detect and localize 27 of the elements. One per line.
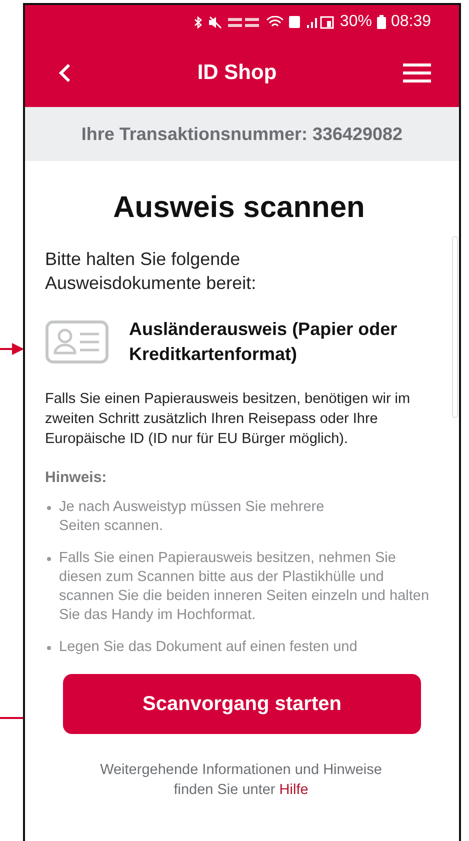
bluetooth-icon bbox=[194, 16, 203, 28]
menu-icon[interactable] bbox=[402, 63, 431, 83]
battery-icon bbox=[376, 15, 386, 29]
id-card-icon bbox=[45, 320, 109, 364]
note-item: Je nach Ausweistyp müssen Sie mehrere Seiten scannen. bbox=[59, 498, 326, 536]
footer-text: Weitergehende Informationen und Hinweise finden Sie unter Hilfe bbox=[99, 761, 383, 800]
mute-icon bbox=[208, 16, 222, 28]
app-title: ID Shop bbox=[197, 61, 277, 85]
note-item: Legen Sie das Dokument auf einen festen und bbox=[59, 638, 358, 657]
start-scan-button[interactable]: Scanvorgang starten bbox=[63, 674, 421, 734]
annotation-arrow bbox=[0, 342, 24, 356]
note-heading: Hinweis: bbox=[45, 469, 108, 486]
bullet-icon bbox=[47, 557, 51, 561]
clock-time: 08:39 bbox=[390, 13, 431, 31]
bullet-icon bbox=[47, 506, 51, 510]
document-type: Ausländerausweis (Papier oder Kreditkartenformat) bbox=[129, 318, 398, 366]
transaction-number: Ihre Transaktionsnummer: 336429082 bbox=[81, 124, 403, 144]
help-link[interactable]: Hilfe bbox=[279, 782, 308, 798]
intro-text: Bitte halten Sie folgende Ausweisdokumente bereit: bbox=[45, 248, 258, 295]
wifi-icon bbox=[266, 16, 284, 28]
info-text: Falls Sie einen Papierausweis besitzen, benötigen wir im zweiten Schritt zusätzlich Ihren Reisepass oder Ihre Europäische ID (ID nur für EU Bürger möglich). bbox=[45, 390, 412, 449]
battery-percent: 30% bbox=[340, 13, 372, 31]
note-item: Falls Sie einen Papierausweis besitzen, nehmen Sie diesen zum Scannen bitte aus der Plastikhülle und scannen Sie die beiden inneren Seiten einzeln und halten Sie das Handy im Hochformat. bbox=[59, 549, 430, 625]
page-title: Ausweis scannen bbox=[112, 191, 366, 225]
signal-icon bbox=[304, 16, 335, 28]
back-icon[interactable] bbox=[59, 63, 71, 83]
bullet-icon bbox=[47, 646, 51, 650]
